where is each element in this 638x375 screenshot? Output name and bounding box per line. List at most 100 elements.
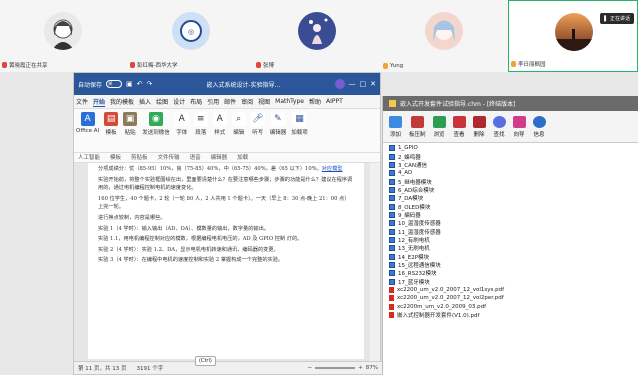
- view-icon: [452, 115, 466, 128]
- template-button[interactable]: ▤ 模板: [104, 112, 119, 136]
- tree-item[interactable]: 6_AD综合模块: [389, 186, 632, 194]
- menu-help[interactable]: 帮助: [309, 97, 321, 106]
- tree-item[interactable]: 15_远程通信模块: [389, 261, 632, 269]
- menu-layout[interactable]: 布局: [190, 97, 202, 106]
- addins-button[interactable]: ▦ 加载项: [291, 112, 308, 136]
- wizard-button[interactable]: 向导: [512, 115, 526, 138]
- dictate-button[interactable]: 🎤︎ 听写: [250, 112, 265, 136]
- group-label: 模板: [110, 155, 122, 161]
- book-icon: [389, 186, 395, 193]
- paste-options-tip[interactable]: (Ctrl): [195, 356, 216, 366]
- chm-title: 嵌入式开发套件试验指导.chm - [终结版本]: [400, 101, 516, 108]
- word-window[interactable]: 自动保存 关 ▣ ↶ ↷ 嵌入式系统设计-实验指导... — □ ✕ 文件 开始…: [73, 72, 382, 375]
- menu-review[interactable]: 审阅: [241, 97, 253, 106]
- menu-design[interactable]: 设计: [173, 97, 185, 106]
- styles-button[interactable]: A 样式: [212, 112, 227, 136]
- user-avatar[interactable]: [334, 79, 345, 89]
- group-label: 人工智能: [78, 155, 101, 161]
- participant-tile[interactable]: 黄晓霞正在共享: [0, 0, 125, 72]
- participant-name: 黄晓霞正在共享: [9, 63, 48, 69]
- vertical-scrollbar[interactable]: [370, 163, 380, 363]
- add-icon: [389, 115, 402, 128]
- tree-item[interactable]: 12_有刷电机: [389, 236, 632, 244]
- find-button[interactable]: 查找: [492, 115, 506, 138]
- font-icon: A: [174, 112, 189, 126]
- maximize-icon[interactable]: □: [360, 80, 367, 88]
- menu-insert[interactable]: 插入: [139, 97, 151, 106]
- menu-templates[interactable]: 我的模板: [110, 97, 134, 106]
- participant-tile[interactable]: ◎ 彭红梅-西华大学: [128, 0, 253, 72]
- delete-button[interactable]: 删除: [472, 115, 486, 138]
- avatar: ◎: [172, 12, 210, 50]
- tree-item[interactable]: 3_CAN通信: [389, 161, 632, 169]
- font-button[interactable]: A 字体: [174, 112, 189, 136]
- document-page[interactable]: 分项成绩分：优（85-95）10%，良（75-85）40%，中（65-75）40…: [88, 163, 364, 359]
- menu-references[interactable]: 引用: [207, 97, 219, 106]
- menu-mathtype[interactable]: MathType: [275, 98, 304, 105]
- view-button[interactable]: 查看: [452, 115, 466, 138]
- tree-item[interactable]: 10_温湿度传感器: [389, 219, 632, 227]
- menu-file[interactable]: 文件: [76, 97, 88, 106]
- add-button[interactable]: 添加: [389, 115, 402, 138]
- status-bar: 第 11 页，共 13 页 3191 个字 − +87%: [74, 361, 382, 374]
- tree-item[interactable]: xc2200_um_v2.0_2007_12_vol1sys.pdf: [389, 286, 632, 294]
- chm-help-window[interactable]: 嵌入式开发套件试验指导.chm - [终结版本] 添加 板压制 浏览 查看 删除…: [382, 96, 638, 375]
- tree-item[interactable]: 16_RS232模块: [389, 269, 632, 277]
- ai-icon: A: [80, 112, 95, 126]
- save-icon[interactable]: ▣: [126, 80, 133, 88]
- tree-item[interactable]: 嵌入式控制器开发套件(V1.0).pdf: [389, 311, 632, 319]
- paste-button[interactable]: ▣ 粘贴: [123, 112, 138, 136]
- undo-icon[interactable]: ↶: [137, 80, 143, 88]
- tree-item[interactable]: 13_无刷电机: [389, 244, 632, 252]
- menu-mailings[interactable]: 邮件: [224, 97, 236, 106]
- menu-aippt[interactable]: AIPPT: [326, 98, 343, 105]
- document-canvas: 分项成绩分：优（85-95）10%，良（75-85）40%，中（65-75）40…: [74, 163, 372, 363]
- participant-tile[interactable]: 张博: [254, 0, 379, 72]
- editing-button[interactable]: ⌕ 编辑: [231, 112, 246, 136]
- tree-item[interactable]: 1_GPIO: [389, 144, 632, 152]
- book-icon: [389, 145, 395, 152]
- info-button[interactable]: 信息: [532, 115, 546, 138]
- browse-button[interactable]: 浏览: [432, 115, 446, 138]
- participant-tile-active[interactable]: ▌ 正在讲话 李日丽枫园: [508, 0, 638, 72]
- pdf-icon: [389, 295, 394, 302]
- redo-icon[interactable]: ↷: [147, 80, 153, 88]
- menu-view[interactable]: 视图: [258, 97, 270, 106]
- zoom-slider[interactable]: [315, 367, 356, 369]
- compress-icon: [410, 115, 424, 128]
- wizard-icon: [512, 115, 526, 128]
- close-icon[interactable]: ✕: [370, 80, 376, 88]
- paragraph-button[interactable]: ≡ 段落: [193, 112, 208, 136]
- tree-item[interactable]: xc2200_um_v2.0_2007_12_vol2per.pdf: [389, 294, 632, 302]
- minimize-icon[interactable]: —: [349, 80, 356, 88]
- menu-draw[interactable]: 绘图: [156, 97, 168, 106]
- pdf-icon: [389, 303, 394, 310]
- book-icon: [389, 270, 395, 277]
- addins-icon: ▦: [292, 112, 307, 126]
- tree-item[interactable]: xc2200m_um_v2.0_2009_03.pdf: [389, 303, 632, 311]
- zoom-control[interactable]: − +87%: [308, 365, 378, 371]
- link-text[interactable]: 对应模型: [322, 166, 343, 172]
- paragraph-icon: ≡: [193, 112, 208, 126]
- paragraph: 实验 3（4 学时）：在编程中电机的速度控制和实验 2 掌握构成一个完整的实验。: [98, 257, 284, 264]
- participant-tile[interactable]: Yung: [381, 0, 506, 72]
- office-ai-button[interactable]: A Office AI: [76, 112, 99, 134]
- tree-item[interactable]: 9_编码器: [389, 211, 632, 219]
- tree-item[interactable]: 14_E2P模块: [389, 252, 632, 261]
- tree-item[interactable]: 11_温湿度传感器: [389, 227, 632, 236]
- tree-item[interactable]: 4_AD: [389, 169, 632, 177]
- tree-item[interactable]: 7_DA模块: [389, 194, 632, 202]
- group-label: 加载: [237, 155, 249, 161]
- menu-home[interactable]: 开始: [93, 97, 106, 107]
- tree-item[interactable]: 8_OLED模块: [389, 202, 632, 211]
- template-icon: ▤: [104, 112, 119, 126]
- send-to-wechat-button[interactable]: ◉ 发送到微信: [142, 112, 170, 136]
- tree-item[interactable]: 5_继电器模块: [389, 177, 632, 186]
- editor-button[interactable]: ✎ 编辑器: [270, 112, 286, 136]
- tree-item[interactable]: 2_蜂鸣器: [389, 152, 632, 161]
- compress-button[interactable]: 板压制: [409, 115, 426, 138]
- tree-item[interactable]: 17_蓝牙模块: [389, 278, 632, 286]
- book-icon: [389, 261, 395, 268]
- book-icon: [389, 220, 395, 227]
- autosave-toggle[interactable]: 关: [106, 80, 123, 88]
